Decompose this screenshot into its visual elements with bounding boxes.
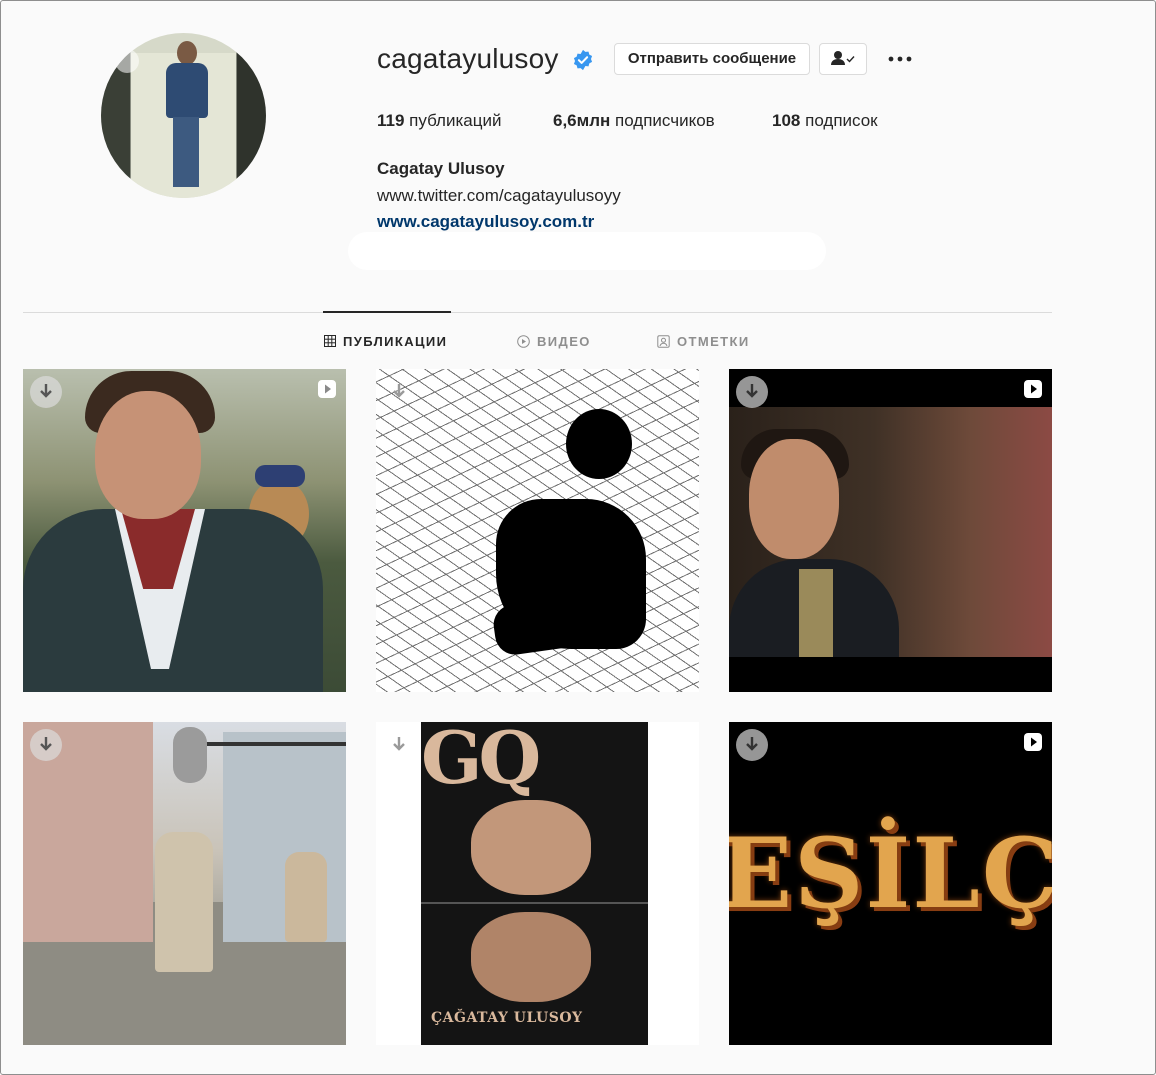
- cover-title: ÇAĞATAY ULUSOY: [431, 1010, 583, 1026]
- user-check-icon: [831, 51, 855, 65]
- tab-tagged[interactable]: ОТМЕТКИ: [657, 332, 750, 350]
- download-icon[interactable]: [735, 728, 769, 762]
- following-count[interactable]: 108 подписок: [772, 111, 878, 131]
- send-message-button[interactable]: Отправить сообщение: [614, 43, 810, 75]
- profile-username: cagatayulusoy: [377, 43, 559, 74]
- video-play-icon: [318, 380, 336, 398]
- tab-video[interactable]: ВИДЕО: [517, 332, 591, 350]
- post-tile[interactable]: EŞİLÇA: [729, 722, 1052, 1045]
- gq-logo: GQ: [421, 722, 541, 800]
- tag-icon: [657, 334, 670, 348]
- verified-badge-icon: [573, 49, 593, 71]
- posts-count: 119 публикаций: [377, 111, 502, 130]
- active-tab-indicator: [323, 311, 451, 313]
- profile-page: cagatayulusoy Отправить сообщение 119 пу…: [0, 0, 1156, 1075]
- post-tile[interactable]: [729, 369, 1052, 692]
- more-options-icon[interactable]: [883, 45, 917, 73]
- video-play-icon: [1024, 380, 1042, 398]
- marquee-text: EŞİLÇA: [729, 817, 1052, 930]
- download-icon[interactable]: [29, 728, 63, 762]
- following-button[interactable]: [819, 43, 867, 75]
- download-icon[interactable]: [29, 375, 63, 409]
- download-icon[interactable]: [735, 375, 769, 409]
- followers-count[interactable]: 6,6млн подписчиков: [553, 111, 715, 131]
- profile-avatar[interactable]: [101, 33, 266, 198]
- tab-posts[interactable]: ПУБЛИКАЦИИ: [324, 332, 447, 350]
- bio-website-link[interactable]: www.cagatayulusoy.com.tr: [377, 212, 594, 232]
- post-tile[interactable]: [376, 369, 699, 692]
- bio-twitter-link[interactable]: www.twitter.com/cagatayulusoyy: [377, 186, 621, 206]
- grid-icon: [324, 335, 336, 347]
- download-icon[interactable]: [382, 375, 416, 409]
- post-tile[interactable]: [23, 722, 346, 1045]
- download-icon[interactable]: [115, 49, 139, 73]
- download-icon[interactable]: [382, 728, 416, 762]
- video-play-icon: [1024, 733, 1042, 751]
- post-tile[interactable]: GQ ÇAĞATAY ULUSOY: [376, 722, 699, 1045]
- redacted-area: [348, 232, 826, 270]
- profile-full-name: Cagatay Ulusoy: [377, 159, 505, 178]
- post-tile[interactable]: [23, 369, 346, 692]
- tabs-divider: [23, 312, 1052, 313]
- play-circle-icon: [517, 334, 530, 348]
